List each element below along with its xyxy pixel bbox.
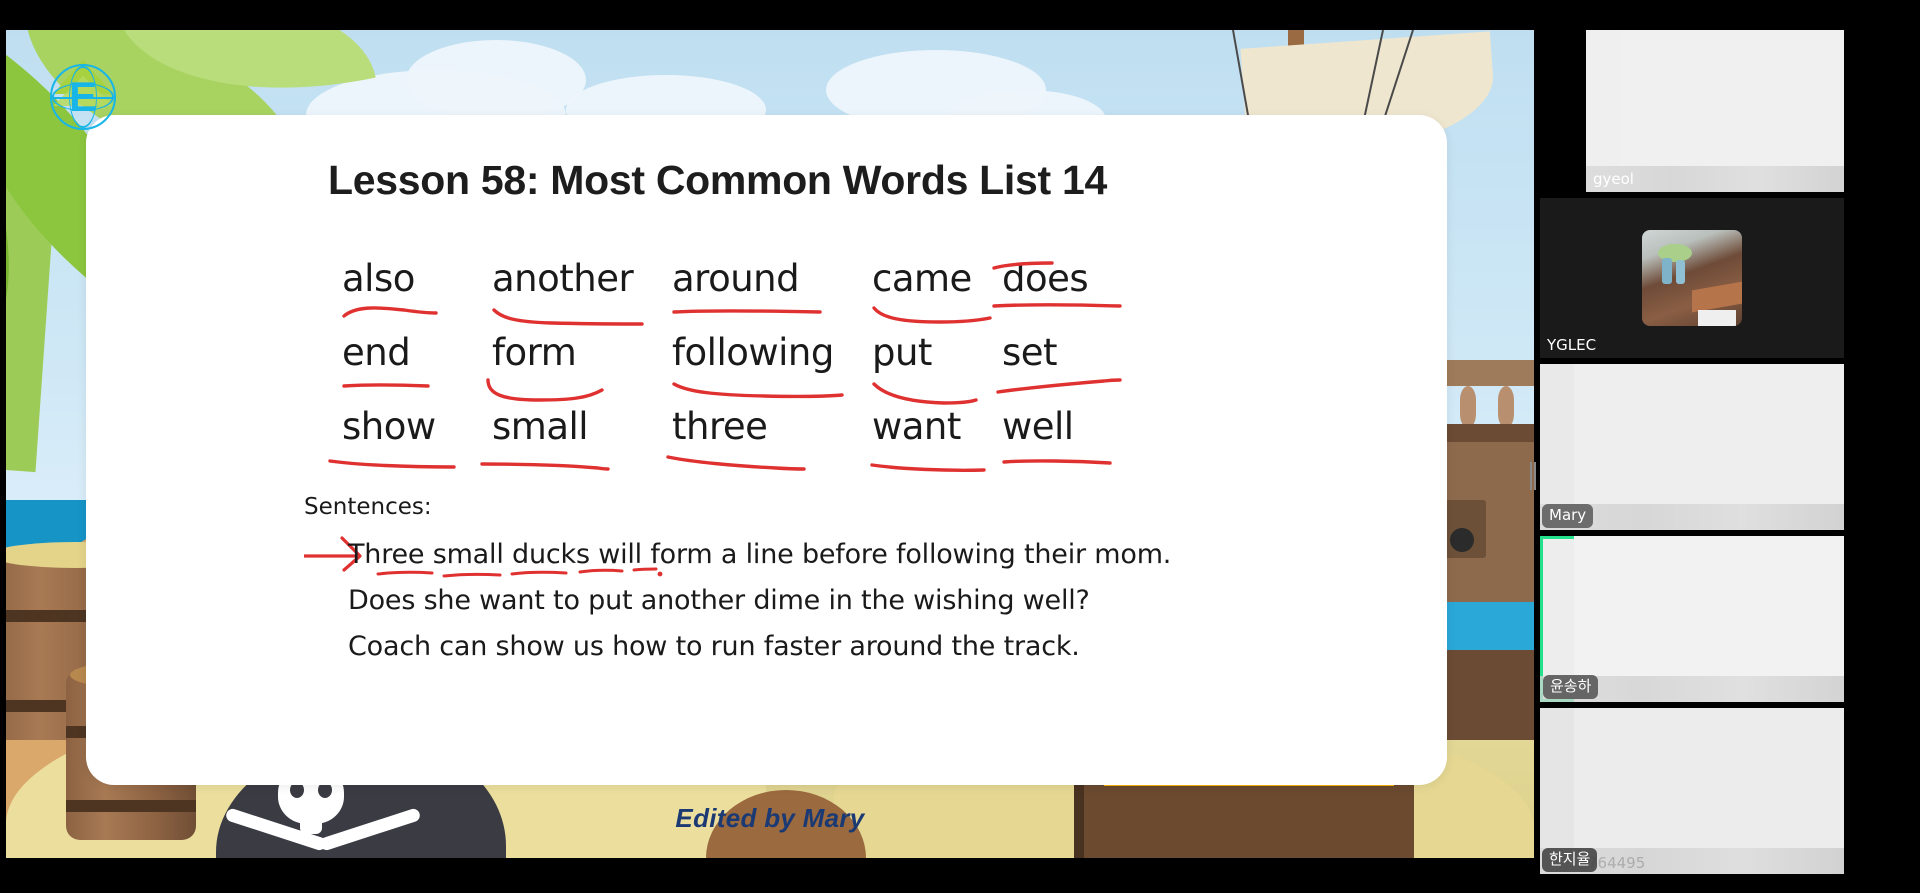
vocabulary-word: small [492, 405, 589, 448]
shared-screen-stage[interactable]: E Edited by Mary Lesson 58: Most Common … [6, 30, 1534, 858]
word-cell: put [872, 330, 1002, 405]
red-underline-annotation [872, 382, 986, 405]
slide-content-card: Lesson 58: Most Common Words List 14 als… [86, 115, 1447, 785]
vocabulary-word: form [492, 331, 577, 374]
slide-footer: Edited by Mary [6, 795, 1534, 841]
cloud [406, 40, 586, 120]
vocabulary-word: also [342, 257, 415, 300]
participant-name: gyeol [1593, 170, 1634, 188]
word-cell: small [480, 404, 672, 471]
vocabulary-word: three [672, 405, 768, 448]
red-underline-annotation [870, 460, 988, 472]
meeting-window: E Edited by Mary Lesson 58: Most Common … [0, 0, 1920, 893]
red-underline-annotation [492, 304, 644, 326]
word-cell: end [342, 330, 492, 392]
panel-resize-handle[interactable] [1528, 462, 1538, 490]
sentences-label: Sentences: [304, 494, 432, 520]
red-underline-annotation [666, 454, 806, 471]
logo-letter: E [68, 73, 97, 120]
vocabulary-word: want [872, 405, 961, 448]
red-underline-annotation [992, 250, 1122, 308]
participant-tile[interactable]: gyeol [1586, 30, 1844, 192]
word-cell: form [486, 330, 672, 402]
red-underline-annotation [1002, 456, 1114, 466]
vocabulary-word: around [672, 257, 800, 300]
red-underline-annotation [996, 378, 1122, 394]
word-cell: another [492, 256, 672, 326]
word-cell: well [1002, 404, 1162, 466]
word-cell: came [872, 256, 1002, 324]
red-underline-annotation [480, 458, 610, 471]
word-row: show small three want well [328, 404, 1242, 472]
word-cell: does [992, 256, 1162, 318]
word-row: end form following put set [342, 330, 1242, 405]
participant-name: 한지율 [1542, 848, 1598, 872]
word-list-grid: also another around came does end form f… [328, 256, 1242, 472]
participant-video [1642, 230, 1742, 326]
red-underline-annotation [342, 378, 432, 388]
vocabulary-word: another [492, 257, 634, 300]
word-cell: following [672, 330, 872, 399]
red-underline-annotation [872, 304, 992, 324]
word-cell: show [328, 404, 492, 469]
edited-by-credit: Edited by Mary [675, 802, 865, 833]
sentences-list: Three small ducks will form a line befor… [302, 532, 1413, 670]
red-underline-annotation [672, 378, 844, 399]
slide-title: Lesson 58: Most Common Words List 14 [328, 157, 1107, 203]
participant-tile[interactable]: 764495 한지율 [1540, 708, 1844, 874]
word-cell: want [870, 404, 1002, 472]
participant-name: YGLEC [1547, 336, 1597, 354]
sentence-line: Three small ducks will form a line befor… [348, 539, 1172, 570]
word-row: also another around came does [342, 256, 1242, 326]
participant-tile[interactable]: Mary [1540, 364, 1844, 530]
vocabulary-word: well [1002, 405, 1074, 448]
sentence-line: Coach can show us how to run faster arou… [348, 631, 1080, 662]
participant-tile[interactable]: YGLEC [1540, 198, 1844, 358]
vocabulary-word: came [872, 257, 972, 300]
word-cell: three [666, 404, 872, 471]
vocabulary-word: put [872, 331, 932, 374]
word-cell: also [342, 256, 492, 318]
red-underline-annotation [328, 456, 458, 469]
word-cell: around [672, 256, 872, 318]
red-underline-annotation [342, 304, 438, 318]
vocabulary-word: following [672, 331, 834, 374]
participant-name: Mary [1542, 504, 1594, 528]
participant-tile-active-speaker[interactable]: 윤송하 [1540, 536, 1844, 702]
word-cell: set [996, 330, 1162, 394]
participant-name: 윤송하 [1543, 675, 1599, 699]
vocabulary-word: show [342, 405, 436, 448]
vocabulary-word: set [1002, 331, 1058, 374]
school-logo-icon: E [44, 58, 122, 136]
red-underline-annotation [672, 304, 822, 314]
vocabulary-word: end [342, 331, 411, 374]
participant-strip: gyeol YGLEC Mary 윤송하 764495 한지율 [1538, 0, 1920, 893]
sentence-line: Does she want to put another dime in the… [348, 585, 1090, 616]
red-underline-annotation [484, 378, 614, 402]
